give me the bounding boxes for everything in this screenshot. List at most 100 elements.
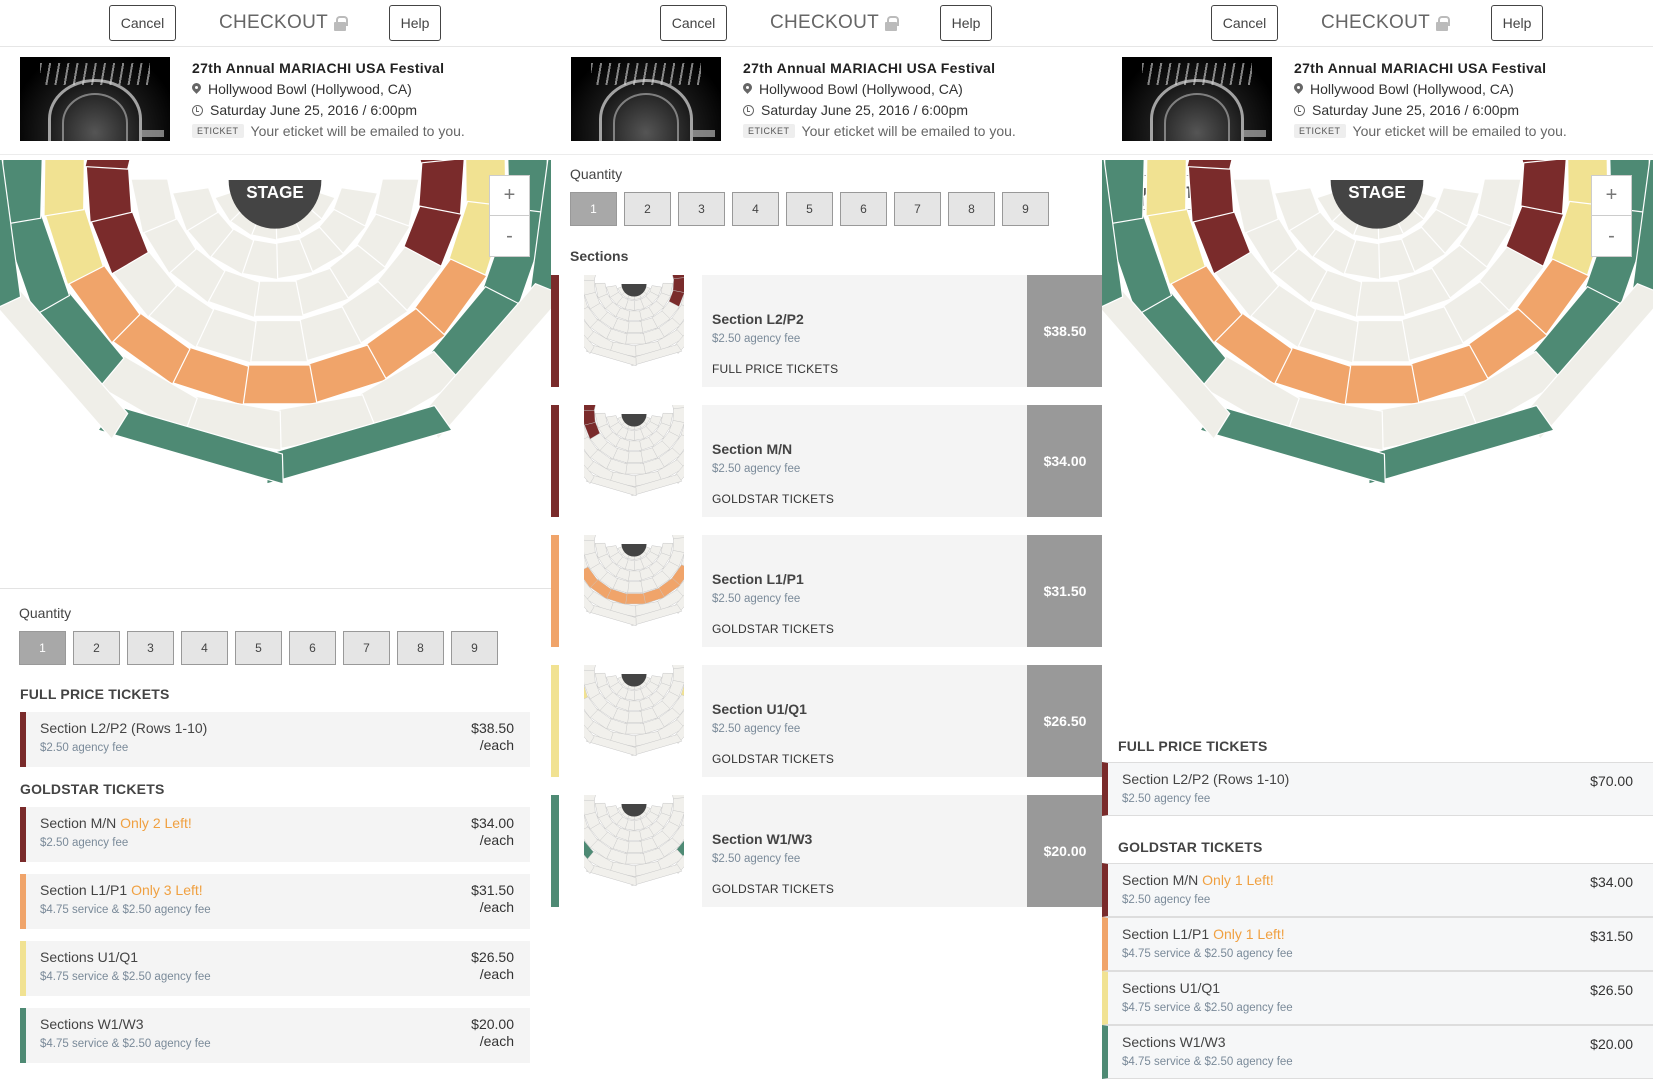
section-price[interactable]: $38.50 [1027,275,1102,387]
location-pin-icon [1294,83,1303,95]
section-option[interactable]: Section U1/Q1 $2.50 agency fee GOLDSTAR TI… [551,665,1102,777]
seat-section[interactable] [584,795,597,802]
eticket-text: Your eticket will be emailed to you. [250,123,465,139]
section-price[interactable]: $31.50 [1027,535,1102,647]
seat-map[interactable]: STAGE [1102,160,1653,580]
cancel-button[interactable]: Cancel [660,5,727,41]
ticket-fee: $4.75 service & $2.50 agency fee [40,971,211,983]
seat-section[interactable] [584,405,597,412]
eticket-badge: ETICKET [1294,124,1346,138]
section-name-text: Section L1/P1 [1122,926,1210,942]
ticket-option[interactable]: Sections U1/Q1 $4.75 service & $2.50 agen… [20,941,530,996]
section-option[interactable]: Section W1/W3 $2.50 agency fee GOLDSTAR TI… [551,795,1102,907]
section-option[interactable]: Section L1/P1 $2.50 agency fee GOLDSTAR TI… [551,535,1102,647]
zoom-in-button[interactable]: + [1592,176,1631,216]
ticket-option[interactable]: Section M/N Only 2 Left! $2.50 agency fee… [20,807,530,862]
ticket-option[interactable]: Sections W1/W3 $4.75 service & $2.50 agen… [1102,1025,1653,1079]
section-name-text: Section M/N [1122,872,1199,888]
cancel-button[interactable]: Cancel [1211,5,1278,41]
quantity-option-7[interactable]: 7 [894,192,941,226]
lock-icon [334,15,349,31]
checkout-panel-filter: Cancel CHECKOUT Help 27th Annual MARIACH… [1102,0,1653,1079]
mini-seat-map [584,795,684,887]
event-info: 27th Annual MARIACHI USA Festival Hollyw… [1102,47,1653,155]
quantity-option-5[interactable]: 5 [235,631,282,665]
section-card[interactable]: Section L2/P2 $2.50 agency fee FULL PRICE … [702,275,1027,387]
quantity-option-4[interactable]: 4 [181,631,228,665]
quantity-option-2[interactable]: 2 [624,192,671,226]
section-ticket-group: FULL PRICE TICKETS [712,362,839,376]
price-value: $34.00 [471,815,514,831]
quantity-option-3[interactable]: 3 [127,631,174,665]
clock-icon [1294,104,1305,116]
help-button[interactable]: Help [940,5,992,41]
quantity-option-1[interactable]: 1 [570,192,617,226]
stage-label: STAGE [1348,183,1406,202]
event-title: 27th Annual MARIACHI USA Festival [743,60,996,76]
price-value: $31.50 [471,882,514,898]
ticket-option[interactable]: Section L1/P1 Only 3 Left! $4.75 service … [20,874,530,929]
seat-section[interactable] [43,160,85,217]
zoom-out-button[interactable]: - [490,216,529,256]
quantity-option-6[interactable]: 6 [289,631,336,665]
eticket-note: ETICKET Your eticket will be emailed to y… [1294,123,1567,139]
seat-section[interactable] [1145,160,1187,217]
seat-section[interactable] [584,275,597,282]
section-card[interactable]: Section M/N $2.50 agency fee GOLDSTAR TICK… [702,405,1027,517]
seat-section[interactable] [584,535,597,542]
section-card[interactable]: Section L1/P1 $2.50 agency fee GOLDSTAR TI… [702,535,1027,647]
zoom-in-button[interactable]: + [490,176,529,216]
venue-text: Hollywood Bowl (Hollywood, CA) [759,81,963,97]
venue-text: Hollywood Bowl (Hollywood, CA) [208,81,412,97]
availability-text: Only 1 Left! [1213,926,1285,942]
quantity-option-5[interactable]: 5 [786,192,833,226]
ticket-option[interactable]: Section L1/P1 Only 1 Left! $4.75 service … [1102,917,1653,971]
zoom-out-button[interactable]: - [1592,216,1631,256]
ticket-option[interactable]: Sections W1/W3 $4.75 service & $2.50 agen… [20,1008,530,1063]
lock-icon [885,15,900,31]
event-info: 27th Annual MARIACHI USA Festival Hollyw… [0,47,551,155]
ticket-fee: $2.50 agency fee [40,837,129,849]
ticket-price: $31.50 [1590,928,1633,945]
help-button[interactable]: Help [1491,5,1543,41]
section-color-bar [551,795,559,907]
zoom-control: + - [1591,175,1632,257]
quantity-option-9[interactable]: 9 [451,631,498,665]
section-option[interactable]: Section M/N $2.50 agency fee GOLDSTAR TICK… [551,405,1102,517]
ticket-option[interactable]: Section M/N Only 1 Left! $2.50 agency fee… [1102,863,1653,917]
ticket-section-name: Sections U1/Q1 [1122,980,1220,996]
seat-map[interactable]: STAGE [0,160,551,580]
quantity-option-3[interactable]: 3 [678,192,725,226]
price-unit: /each [479,1033,514,1049]
section-fee: $2.50 agency fee [712,333,801,345]
ticket-option[interactable]: Sections U1/Q1 $4.75 service & $2.50 agen… [1102,971,1653,1025]
section-card[interactable]: Section W1/W3 $2.50 agency fee GOLDSTAR TI… [702,795,1027,907]
section-card[interactable]: Section U1/Q1 $2.50 agency fee GOLDSTAR TI… [702,665,1027,777]
section-option[interactable]: Section L2/P2 $2.50 agency fee FULL PRICE … [551,275,1102,387]
checkout-panel-map-list: Cancel CHECKOUT Help 27th Annual MARIACH… [0,0,551,1079]
quantity-option-4[interactable]: 4 [732,192,779,226]
cancel-button[interactable]: Cancel [109,5,176,41]
quantity-option-6[interactable]: 6 [840,192,887,226]
help-button[interactable]: Help [389,5,441,41]
quantity-option-9[interactable]: 9 [1002,192,1049,226]
ticket-option[interactable]: Section L2/P2 (Rows 1-10) $2.50 agency fe… [1102,762,1653,816]
location-pin-icon [192,83,201,95]
quantity-option-1[interactable]: 1 [19,631,66,665]
section-price[interactable]: $26.50 [1027,665,1102,777]
ticket-option[interactable]: Section L2/P2 (Rows 1-10) $2.50 agency fe… [20,712,530,767]
quantity-option-2[interactable]: 2 [73,631,120,665]
section-color-bar [551,275,559,387]
section-price[interactable]: $34.00 [1027,405,1102,517]
quantity-option-8[interactable]: 8 [397,631,444,665]
price-value: $26.50 [1590,982,1633,998]
section-price[interactable]: $20.00 [1027,795,1102,907]
checkout-panel-sections: Cancel CHECKOUT Help 27th Annual MARIACH… [551,0,1102,1079]
quantity-option-7[interactable]: 7 [343,631,390,665]
availability-text: Only 3 Left! [131,882,203,898]
ticket-section-name: Section M/N Only 1 Left! [1122,872,1274,888]
seat-section[interactable] [584,665,597,672]
section-ticket-group: GOLDSTAR TICKETS [712,622,835,636]
quantity-option-8[interactable]: 8 [948,192,995,226]
price-value: $26.50 [471,949,514,965]
